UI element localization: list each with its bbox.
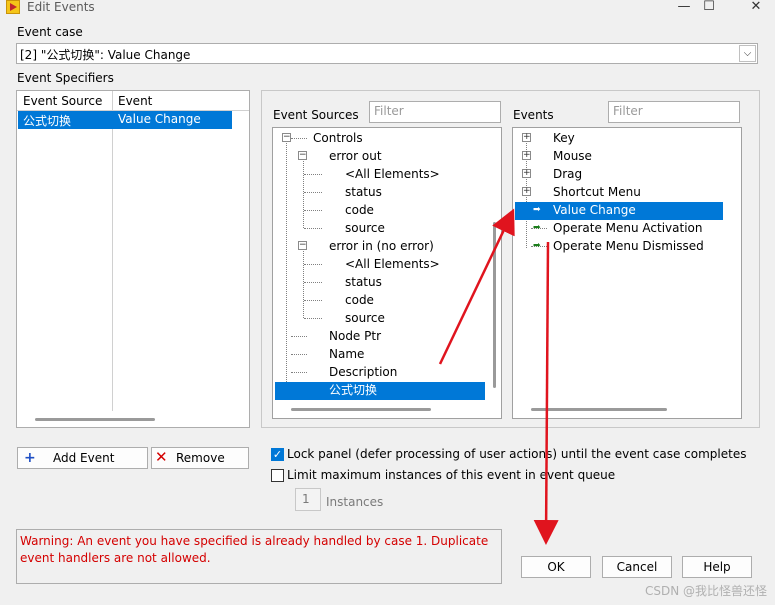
annotation-arrow xyxy=(438,208,515,365)
annotation-arrow xyxy=(533,241,559,545)
annotation-arrows xyxy=(438,208,559,545)
